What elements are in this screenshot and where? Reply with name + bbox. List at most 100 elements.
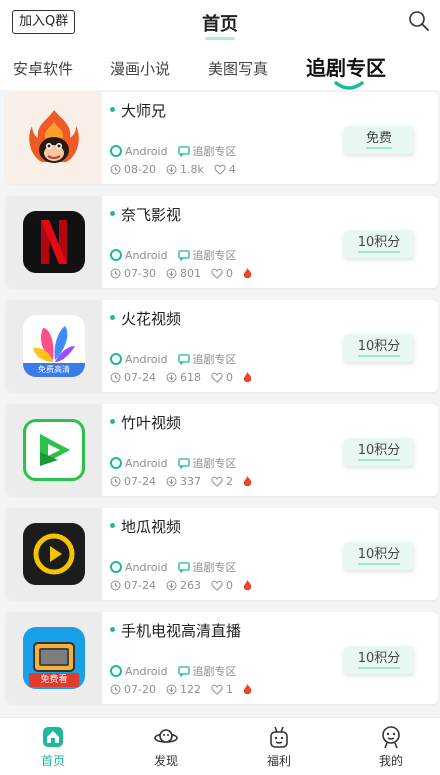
fire-icon [243,476,255,487]
netflix-n-icon [23,211,85,273]
android-icon [110,249,122,261]
app-name: 地瓜视频 [110,516,181,537]
heart-icon [214,164,226,175]
heart-icon [211,476,223,487]
user-face-icon [382,726,400,749]
date-stat: 07-20 [110,683,156,696]
app-card[interactable]: 免费高清 火花视频 Android 追剧专区 07-24 618 0 10积分 [6,300,438,392]
date-stat: 07-30 [110,267,156,280]
comment-icon [177,146,190,157]
download-icon [166,580,177,591]
platform-tag: Android [110,145,168,158]
spark-video-icon: 免费高清 [23,315,85,377]
like-stat: 0 [211,371,233,384]
app-tags: Android 追剧专区 [110,247,247,263]
android-icon [110,561,122,573]
download-stat: 1.8k [166,163,204,176]
comment-icon [177,666,190,677]
price-button[interactable]: 10积分 [344,230,414,258]
app-thumbnail [6,508,102,600]
download-stat: 337 [166,475,201,488]
price-button[interactable]: 10积分 [344,646,414,674]
planet-icon [154,729,178,743]
title-wrap: 首页 [0,10,440,40]
app-thumbnail: 免费看 [6,612,102,704]
category-tag: 追剧专区 [177,663,237,679]
category-tabs: 安卓软件 漫画小说 美图写真 追剧专区 [0,52,440,90]
price-button[interactable]: 免费 [344,126,414,154]
heart-icon [211,580,223,591]
app-card[interactable]: 大师兄 Android 追剧专区 08-20 1.8k 4 免费 [6,92,438,184]
date-stat: 07-24 [110,371,156,384]
download-icon [166,164,177,175]
clock-icon [110,580,121,591]
like-stat: 0 [211,579,233,592]
like-stat: 0 [211,267,233,280]
app-thumbnail [6,404,102,496]
download-icon [166,684,177,695]
app-stats: 07-20 122 1 [110,683,265,696]
clock-icon [110,684,121,695]
date-stat: 08-20 [110,163,156,176]
android-icon [110,665,122,677]
comment-icon [177,458,190,469]
app-card[interactable]: 竹叶视频 Android 追剧专区 07-24 337 2 10积分 [6,404,438,496]
date-stat: 07-24 [110,475,156,488]
nav-label: 福利 [266,754,291,768]
nav-home[interactable]: 首页 [13,725,93,769]
category-tag: 追剧专区 [177,247,237,263]
platform-tag: Android [110,665,168,678]
like-stat: 2 [211,475,233,488]
price-button[interactable]: 10积分 [344,542,414,570]
app-card[interactable]: 奈飞影视 Android 追剧专区 07-30 801 0 10积分 [6,196,438,288]
heart-icon [211,372,223,383]
bottom-nav: 首页 发现 福利 我的 [0,717,440,775]
heart-icon [211,268,223,279]
fire-icon [243,580,255,591]
category-tag: 追剧专区 [177,455,237,471]
nav-discover[interactable]: 发现 [126,725,206,769]
tab-comics-novels[interactable]: 漫画小说 [110,58,170,79]
tab-drama-zone-label: 追剧专区 [306,56,386,80]
app-name: 大师兄 [110,100,166,121]
app-name: 手机电视高清直播 [110,620,241,641]
category-tag: 追剧专区 [177,559,237,575]
fire-icon [243,268,255,279]
tab-drama-zone[interactable]: 追剧专区 [306,52,386,90]
tab-android-software[interactable]: 安卓软件 [13,58,73,79]
clock-icon [110,372,121,383]
app-thumbnail: 免费高清 [6,300,102,392]
nav-mine[interactable]: 我的 [351,725,431,769]
platform-tag: Android [110,457,168,470]
download-stat: 801 [166,267,201,280]
app-thumbnail [6,92,102,184]
green-play-icon [23,419,85,481]
comment-icon [177,562,190,573]
search-icon[interactable] [408,10,430,32]
like-stat: 1 [211,683,233,696]
monkey-flame-icon [23,107,85,169]
category-tag: 追剧专区 [177,143,237,159]
app-tags: Android 追剧专区 [110,143,247,159]
nav-label: 发现 [153,754,178,768]
download-stat: 618 [166,371,201,384]
android-icon [110,457,122,469]
tab-photos[interactable]: 美图写真 [208,58,268,79]
icon-badge: 免费高清 [23,363,85,377]
fire-icon [243,684,255,695]
like-stat: 4 [214,163,236,176]
app-card[interactable]: 免费看 手机电视高清直播 Android 追剧专区 07-20 122 1 10… [6,612,438,704]
page-title: 首页 [202,10,238,40]
comment-icon [177,354,190,365]
app-card[interactable]: 地瓜视频 Android 追剧专区 07-24 263 0 10积分 [6,508,438,600]
platform-tag: Android [110,561,168,574]
platform-tag: Android [110,249,168,262]
clock-icon [110,268,121,279]
app-tags: Android 追剧专区 [110,351,247,367]
app-header: 加入Q群 首页 安卓软件 漫画小说 美图写真 追剧专区 [0,0,440,90]
price-button[interactable]: 10积分 [344,438,414,466]
icon-badge: 免费看 [29,673,79,687]
nav-welfare[interactable]: 福利 [239,725,319,769]
home-icon [43,727,63,747]
price-button[interactable]: 10积分 [344,334,414,362]
